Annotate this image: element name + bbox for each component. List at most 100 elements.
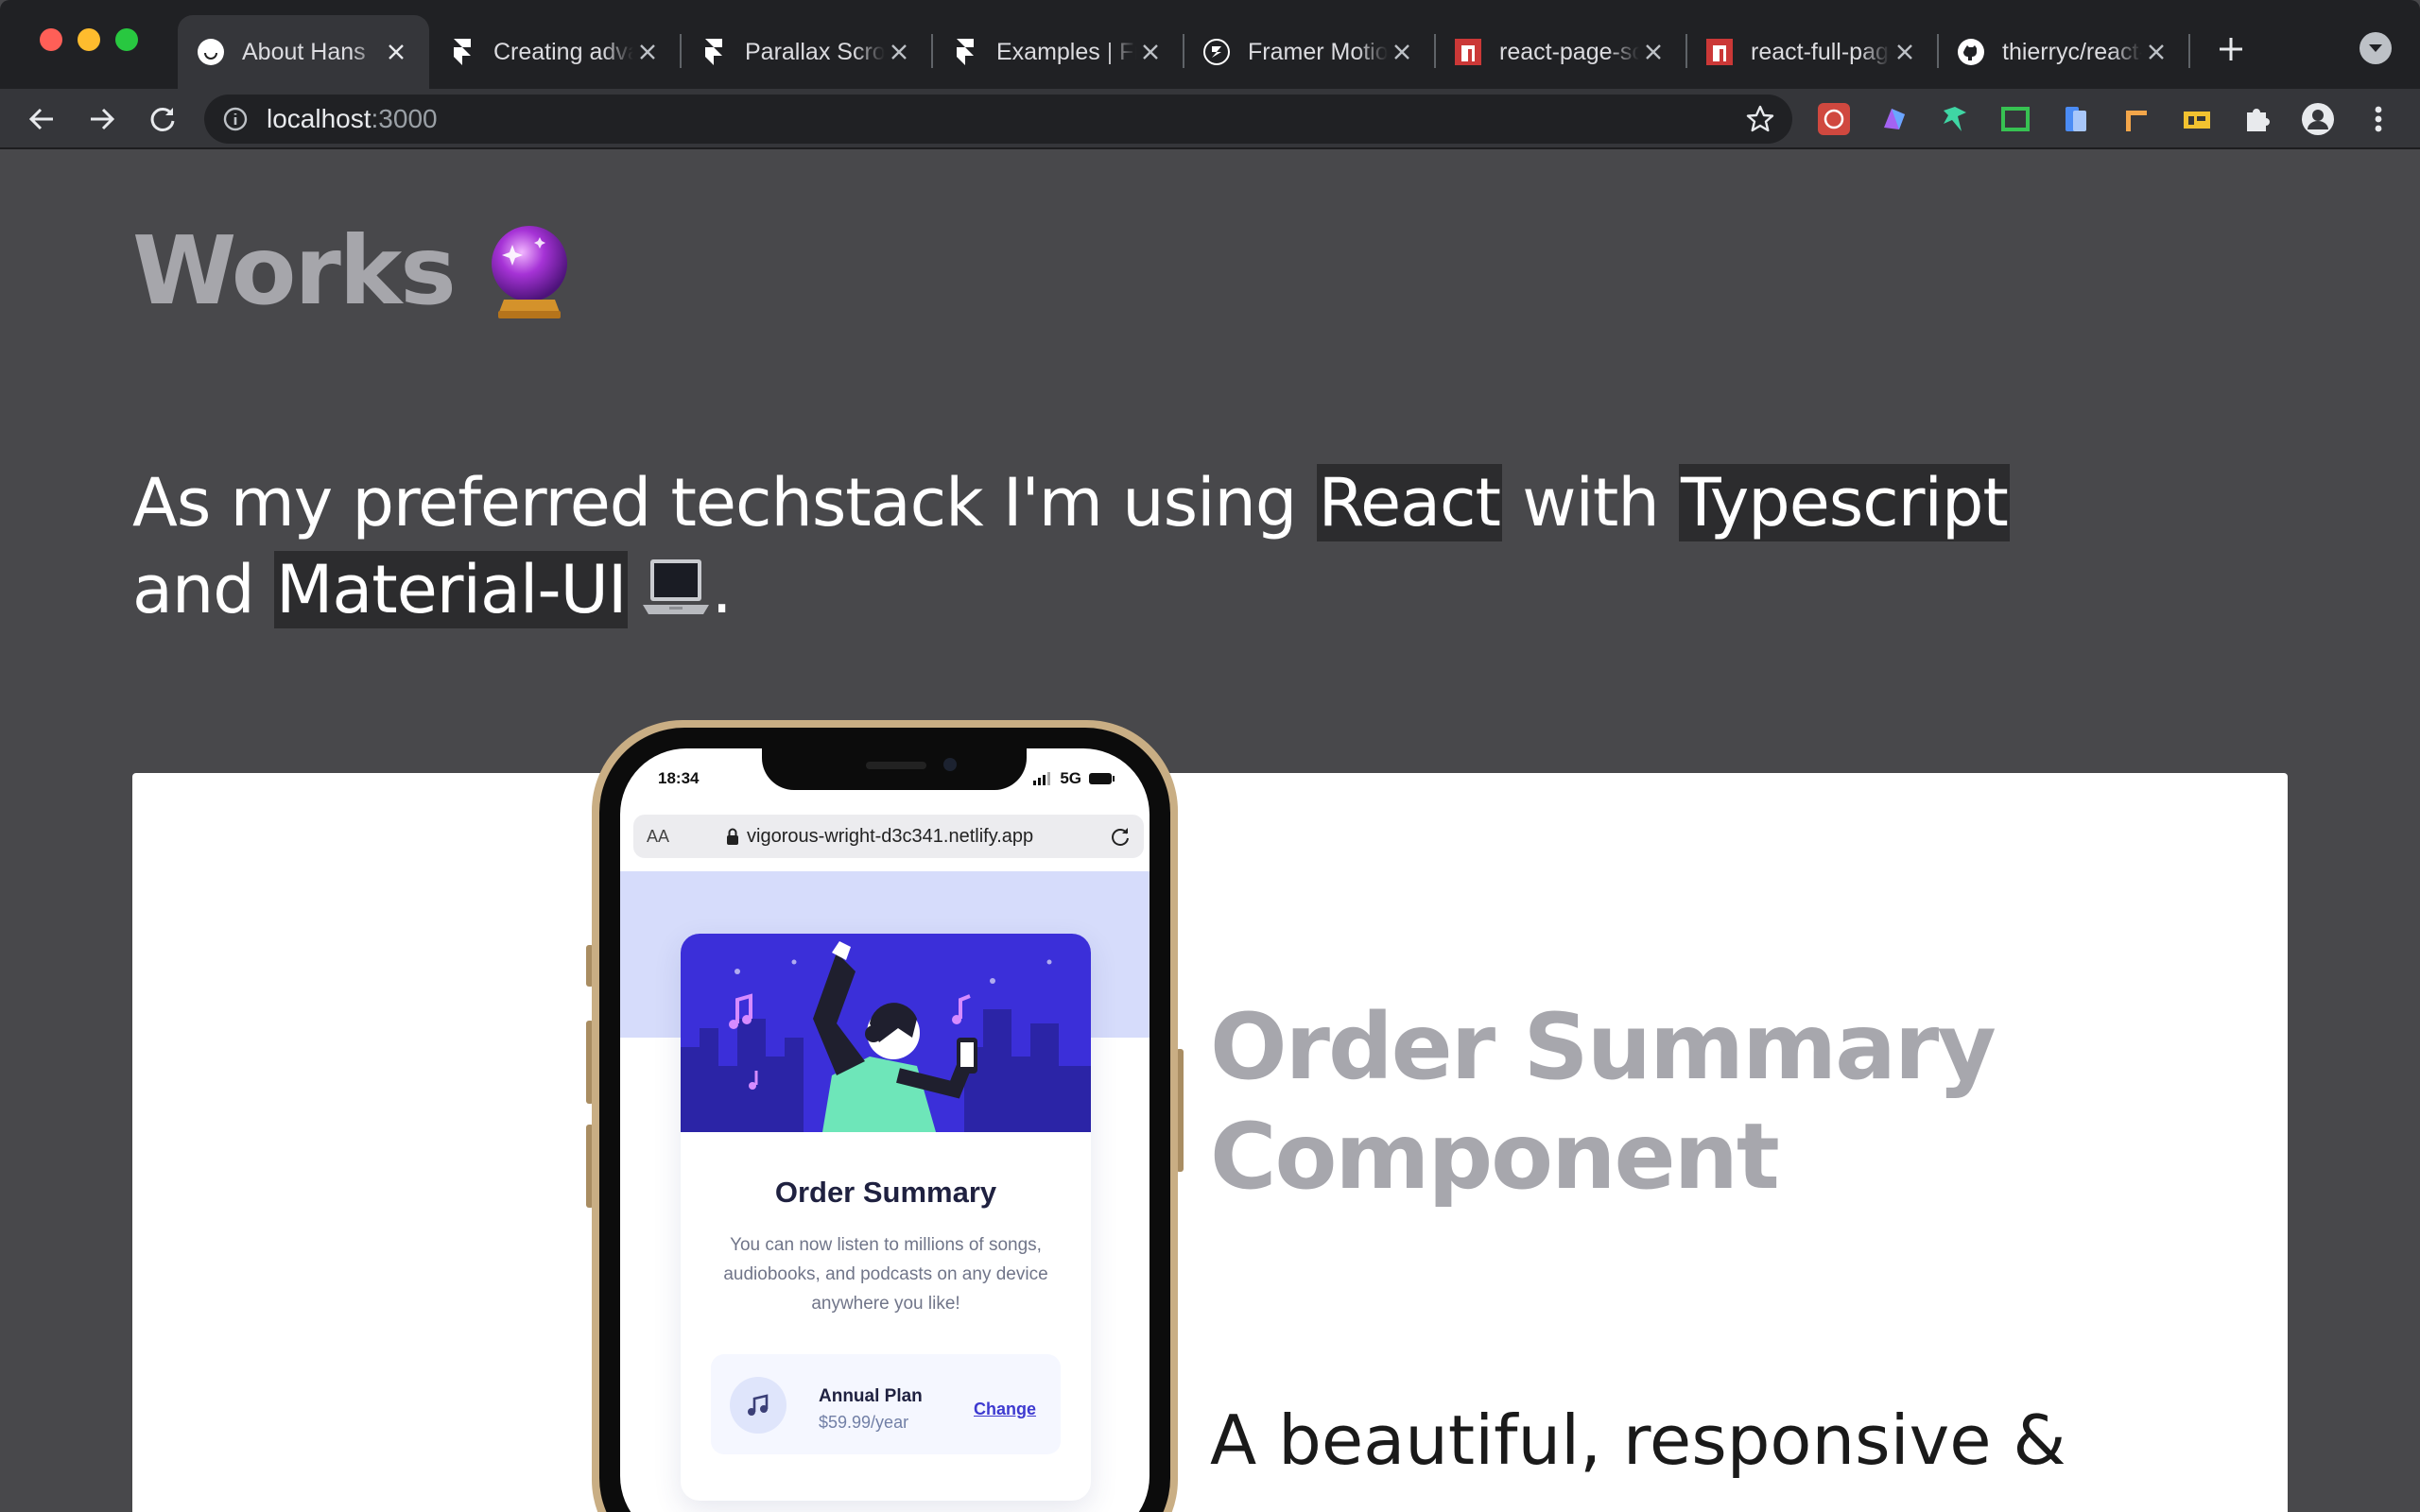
hero-illustration [681,934,1091,1132]
tech-highlight-typescript: Typescript [1678,464,2010,541]
plan-price: $59.99/year [819,1413,909,1432]
project-title-line: Component [1210,1104,1780,1210]
tab-framer-motion[interactable]: Framer Motion [1184,15,1435,89]
battery-icon [1089,773,1115,784]
tab-about-hans[interactable]: About Hans [178,15,429,89]
heading-text: Works [132,215,457,326]
change-plan-link[interactable]: Change [974,1400,1036,1419]
tab-parallax-scroll[interactable]: Parallax Scroll [681,15,932,89]
tab-creating-advanced[interactable]: Creating advanced [429,15,681,89]
reload-icon[interactable] [1110,826,1131,847]
back-button[interactable] [23,100,60,138]
tab-examples-framer[interactable]: Examples | Framer [932,15,1184,89]
tab-search-button[interactable] [2360,32,2392,64]
reload-button[interactable] [144,100,182,138]
signal-icon [1033,772,1051,785]
mobile-url-text: vigorous-wright-d3c341.netlify.app [747,825,1034,847]
crystal-ball-icon [491,225,567,318]
music-listener-illustration [681,941,1091,1132]
minimize-window-button[interactable] [78,28,100,51]
phone-mockup: 18:34 5G AA vigorous-wright-d3c341.netli… [592,720,1178,1512]
network-label: 5G [1060,769,1081,787]
tab-react-page-scroller[interactable]: react-page-scroller [1435,15,1686,89]
plan-name: Annual Plan [819,1386,923,1406]
browser-toolbar: localhost:3000 [0,89,2420,149]
npm-favicon [1705,38,1734,66]
tab-title: react-full-page [1751,38,1891,65]
framer-favicon [448,38,476,66]
status-icons: 5G [1033,769,1115,788]
close-icon[interactable] [885,38,913,66]
intro-part: with [1501,464,1679,541]
close-icon[interactable] [1388,38,1416,66]
order-summary-title: Order Summary [774,1176,997,1209]
chevron-down-icon [2369,44,2382,52]
tab-title: Framer Motion [1248,38,1388,65]
intro-part: and [132,551,274,628]
framer-favicon [700,38,728,66]
url-host: localhost [267,104,372,133]
tab-divider [2188,34,2190,68]
tab-title: Examples | Framer [996,38,1136,65]
clipboard-icon[interactable] [2059,102,2093,136]
tab-thierryc-react-fullpage[interactable]: thierryc/react-fullpage [1938,15,2189,89]
mobile-address-bar[interactable]: AA vigorous-wright-d3c341.netlify.app [633,815,1144,858]
forward-button[interactable] [83,100,121,138]
tech-highlight-react: React [1316,464,1502,541]
ui-icon[interactable] [2180,102,2214,136]
phone-notch [762,748,1027,790]
intro-part: . [711,551,732,628]
crop-icon[interactable] [1998,102,2032,136]
close-icon[interactable] [1639,38,1668,66]
prism-icon[interactable] [1877,102,1911,136]
page-content: Works As my preferred techstack I'm usin… [0,151,2420,1512]
puzzle-icon[interactable] [2240,102,2274,136]
tab-title: Parallax Scroll [745,38,885,65]
lock-icon [727,828,739,845]
info-icon[interactable] [223,107,248,131]
status-time: 18:34 [658,769,700,787]
url-text: localhost:3000 [267,104,438,134]
close-icon[interactable] [382,38,410,66]
close-icon[interactable] [1891,38,1919,66]
profile-avatar-icon[interactable] [2301,102,2335,136]
close-icon[interactable] [2142,38,2170,66]
close-window-button[interactable] [40,28,62,51]
order-summary-card: Order Summary You can now listen to mill… [681,934,1091,1501]
music-note-icon [730,1377,786,1434]
close-icon[interactable] [1136,38,1165,66]
project-description: A beautiful, responsive & [1210,1400,2066,1480]
project-title-line: Order Summary [1210,994,1996,1100]
redux-devtools-icon[interactable] [1817,102,1851,136]
browser-window: About Hans Creating advanced Parallax Sc… [0,0,2420,1512]
ruler-icon[interactable] [2119,102,2153,136]
tab-title: Creating advanced [493,38,633,65]
project-title: Order Summary Component [1210,992,1996,1211]
tab-title: thierryc/react-fullpage [2002,38,2142,65]
about-hans-favicon [197,38,225,66]
arrow-right-icon [91,108,115,130]
npm-favicon [1454,38,1482,66]
tab-react-full-page[interactable]: react-full-page [1686,15,1938,89]
page-heading: Works [132,215,570,326]
more-menu-icon[interactable] [2361,102,2395,136]
laptop-icon [643,559,710,614]
bookmark-star-icon[interactable] [1745,104,1775,139]
maximize-window-button[interactable] [115,28,138,51]
address-bar[interactable]: localhost:3000 [204,94,1792,144]
dragon-icon[interactable] [1938,102,1972,136]
phone-bezel: 18:34 5G AA vigorous-wright-d3c341.netli… [599,728,1170,1512]
close-icon[interactable] [633,38,662,66]
text-size-button[interactable]: AA [647,827,669,847]
tech-highlight-material-ui: Material-UI [273,551,629,628]
tab-title: react-page-scroller [1499,38,1639,65]
intro-text: As my preferred techstack I'm using Reac… [132,459,2307,633]
framer-motion-favicon [1202,38,1231,66]
reload-icon [150,107,175,131]
tab-strip: About Hans Creating advanced Parallax Sc… [0,0,2420,89]
arrow-left-icon [28,108,53,130]
url-port: :3000 [371,104,438,133]
framer-favicon [951,38,979,66]
new-tab-button[interactable] [2210,28,2252,70]
plan-box: Annual Plan $59.99/year Change [711,1354,1061,1454]
